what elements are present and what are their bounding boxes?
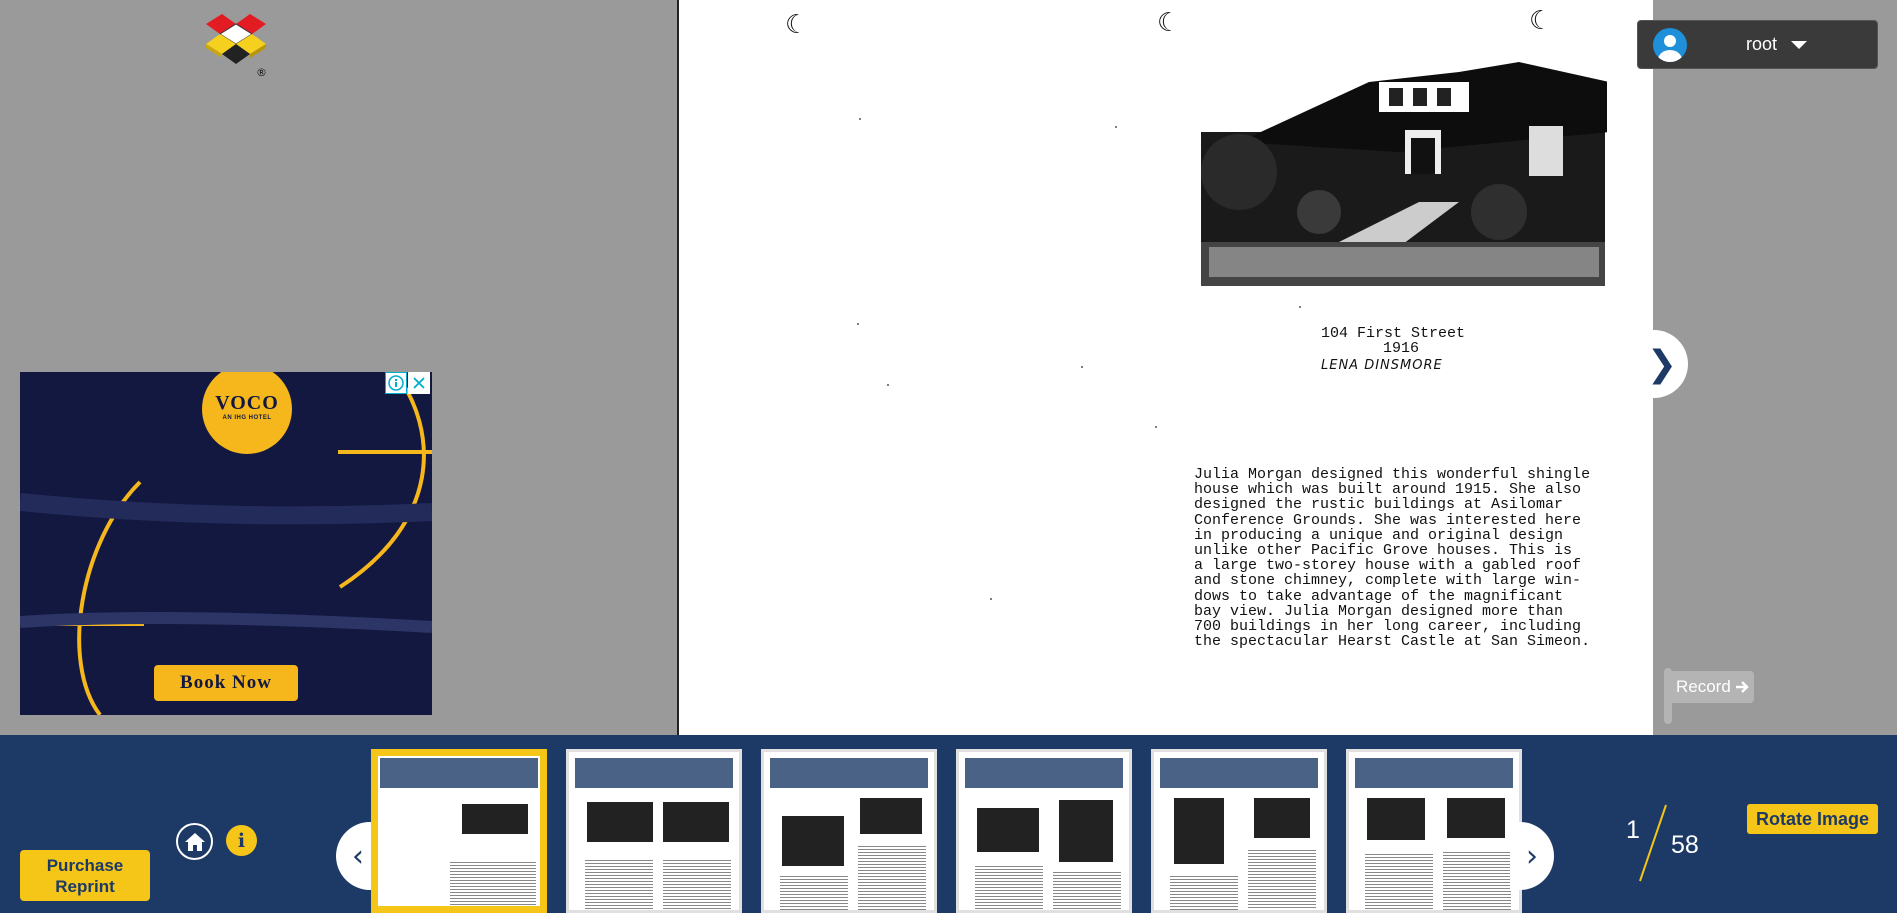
thumbnail-text: [975, 864, 1043, 910]
chevron-left-icon: ‹: [352, 838, 364, 874]
purchase-reprint-button[interactable]: Purchase Reprint: [20, 850, 150, 901]
thumbnail-image: [462, 804, 528, 834]
ad-brand-sub: AN IHG HOTEL: [222, 415, 272, 421]
chevron-down-icon: [1791, 40, 1808, 49]
thumbnail-image: [1447, 798, 1505, 838]
scan-speck: [859, 118, 861, 120]
thumbnail-text: [1365, 852, 1433, 910]
thumbnail-page[interactable]: [371, 749, 547, 913]
document-body-text: Julia Morgan designed this wonderful shi…: [1194, 466, 1591, 651]
cubes-logo-icon[interactable]: ®: [186, 14, 268, 82]
thumbnail-text: [1443, 850, 1511, 910]
home-icon[interactable]: [176, 823, 213, 860]
close-icon[interactable]: [408, 372, 430, 394]
thumbnail-text: [1170, 874, 1238, 910]
thumbnail-header: [965, 758, 1123, 788]
thumbnail-header: [1160, 758, 1318, 788]
scan-speck: [857, 323, 859, 325]
thumbnail-text: [663, 858, 731, 910]
scan-speck: [1115, 126, 1117, 128]
thumbnail-preview: [1355, 788, 1513, 910]
thumbnail-header: [575, 758, 733, 788]
info-icon[interactable]: [385, 372, 407, 394]
thumbnail-image: [587, 802, 653, 842]
thumbnail-preview: [965, 788, 1123, 910]
scan-speck: [887, 384, 889, 386]
address-year: 1916: [1383, 340, 1420, 357]
thumbnail-preview: [770, 788, 928, 910]
user-menu[interactable]: root: [1637, 20, 1878, 69]
svg-text:®: ®: [256, 66, 267, 79]
record-label: Record: [1676, 677, 1731, 696]
thumbnail-page[interactable]: [956, 749, 1132, 913]
info-icon[interactable]: i: [226, 825, 257, 856]
thumbnail-text: [1248, 848, 1316, 910]
record-button[interactable]: Record: [1666, 671, 1754, 703]
rotate-image-button[interactable]: Rotate Image: [1747, 804, 1878, 834]
thumbnail-image: [663, 802, 729, 842]
thumbnail-image: [1367, 798, 1425, 840]
thumbnail-image: [782, 816, 844, 866]
thumbnail-image: [1254, 798, 1310, 838]
thumbnail-text: [780, 874, 848, 910]
thumbnail-header: [770, 758, 928, 788]
chevron-right-icon: ›: [1526, 838, 1538, 874]
thumbnail-text: [450, 860, 536, 906]
thumbnail-text: [585, 858, 653, 910]
thumbnail-image: [1059, 800, 1113, 862]
current-page: 1: [1626, 816, 1640, 844]
document-page: ☾ ☾ ☾ 104 First Street 1916 LENA DINSMOR…: [677, 0, 1653, 735]
chevron-right-icon: ❯: [1646, 343, 1678, 385]
user-avatar-icon: [1653, 27, 1687, 62]
thumbnails-next-button[interactable]: ›: [1510, 822, 1554, 890]
ad-brand: VOCO: [215, 392, 279, 414]
address-caption: 104 First Street 1916 LENA DINSMORE: [1321, 326, 1465, 373]
punch-mark: ☾: [1157, 8, 1181, 38]
house-photo: [1201, 62, 1607, 286]
next-page-button[interactable]: ❯: [1636, 330, 1688, 398]
arrow-right-icon: [1735, 681, 1749, 693]
punch-mark: ☾: [785, 10, 809, 40]
ad-book-now-button[interactable]: Book Now: [154, 665, 298, 701]
scan-speck: [1081, 366, 1083, 368]
thumbnail-preview: [575, 788, 733, 910]
thumbnail-preview: [1160, 788, 1318, 910]
total-pages: 58: [1671, 831, 1699, 859]
thumbnail-image: [977, 808, 1039, 852]
ad-banner[interactable]: VOCO AN IHG HOTEL Book Now: [20, 372, 432, 715]
thumbnail-page[interactable]: [566, 749, 742, 913]
thumbnail-header: [380, 758, 538, 788]
owner-name: LENA DINSMORE: [1321, 358, 1443, 373]
thumbnail-page[interactable]: [761, 749, 937, 913]
punch-mark: ☾: [1529, 6, 1553, 36]
thumbnail-page[interactable]: [1346, 749, 1522, 913]
thumbnail-image: [860, 798, 922, 834]
thumbnail-page[interactable]: [1151, 749, 1327, 913]
thumbnail-image: [1174, 798, 1224, 864]
thumbnail-strip: [371, 749, 1522, 913]
thumbnail-preview: [380, 788, 538, 906]
user-name: root: [1746, 34, 1778, 54]
scan-speck: [990, 598, 992, 600]
scan-speck: [1299, 306, 1301, 308]
thumbnail-text: [1053, 870, 1121, 910]
bottom-toolbar: Purchase Reprint i ‹ › 1 58 Rotate Image: [0, 735, 1897, 913]
scan-speck: [1155, 426, 1157, 428]
thumbnail-header: [1355, 758, 1513, 788]
thumbnail-text: [858, 844, 926, 910]
